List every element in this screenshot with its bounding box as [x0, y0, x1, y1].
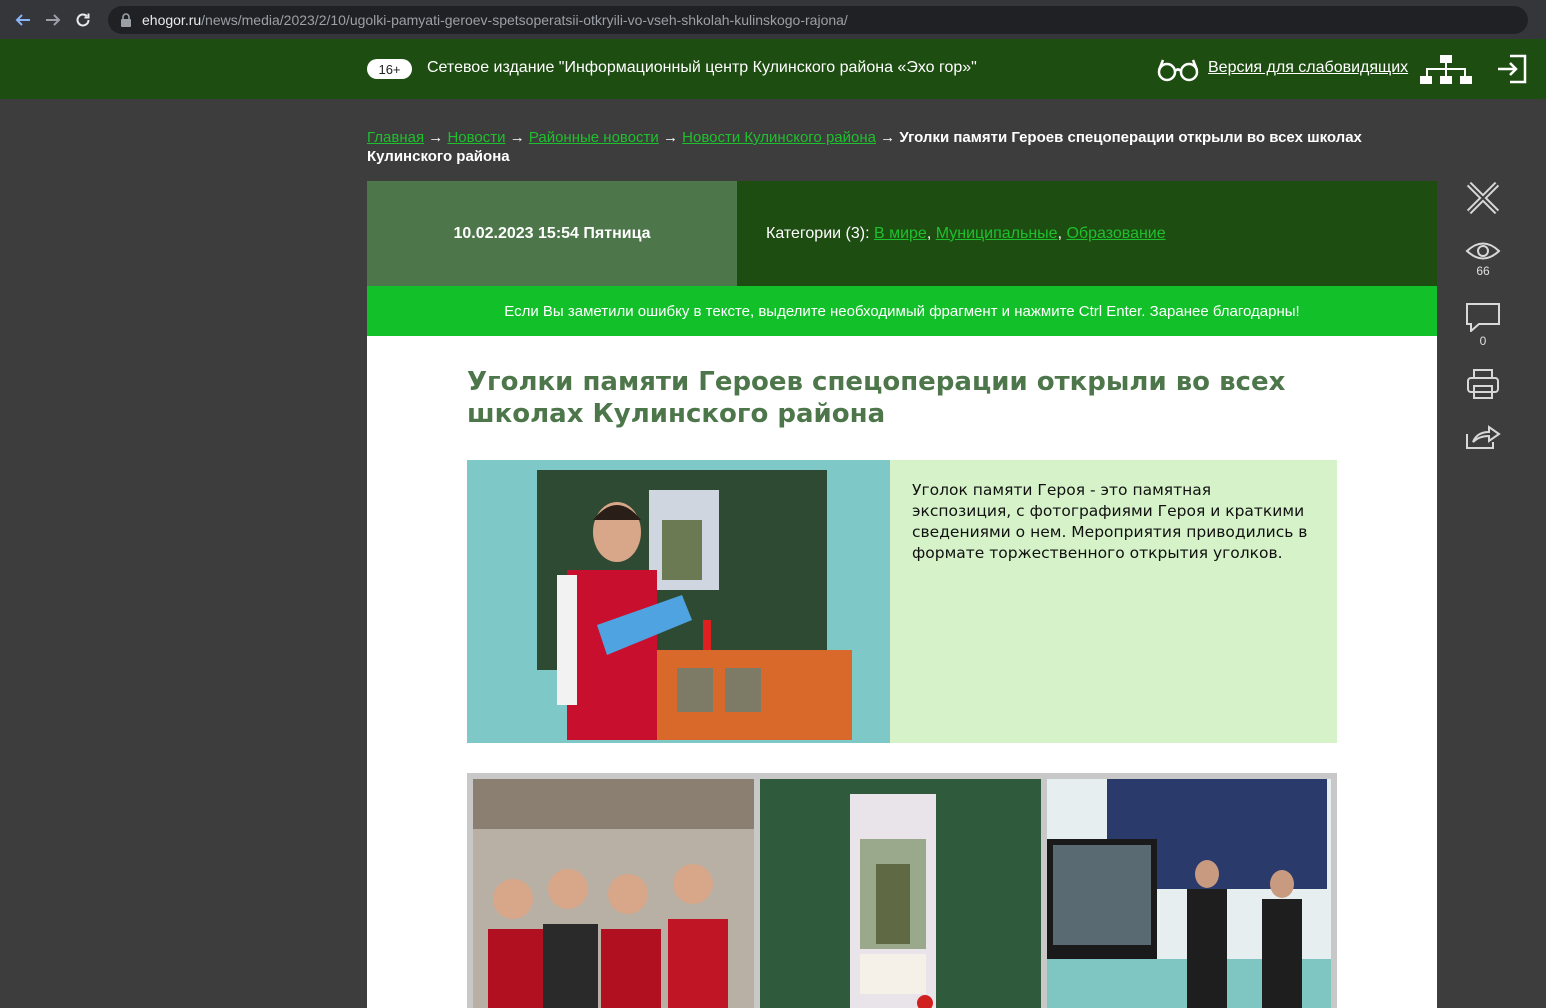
category-link-world[interactable]: В мире — [874, 225, 927, 243]
article-title: Уголки памяти Героев спецоперации открыл… — [467, 367, 1286, 429]
breadcrumb-link-home[interactable]: Главная — [367, 129, 424, 146]
login-icon[interactable] — [1496, 53, 1528, 85]
gallery-photo[interactable] — [760, 779, 1041, 1008]
comments-count: 0 — [1479, 334, 1487, 348]
reload-button[interactable] — [68, 5, 98, 35]
print-button[interactable] — [1462, 368, 1504, 400]
gallery-photo-image — [1047, 779, 1331, 1008]
views-count: 66 — [1476, 264, 1490, 278]
breadcrumb-link-news[interactable]: Новости — [447, 129, 505, 146]
article: Уголки памяти Героев спецоперации открыл… — [367, 336, 1437, 1008]
arrow-left-icon — [15, 13, 30, 26]
breadcrumb-separator: → — [662, 129, 678, 146]
lock-icon — [121, 12, 131, 27]
printer-icon — [1467, 369, 1499, 399]
site-title[interactable]: Сетевое издание "Информационный центр Ку… — [427, 59, 977, 77]
breadcrumb-separator: → — [880, 129, 896, 146]
reload-icon — [76, 13, 90, 26]
url-path: /news/media/2023/2/10/ugolki-pamyati-ger… — [201, 11, 848, 28]
url-host: ehogor.ru — [142, 11, 202, 28]
categories-bar: Категории (3): В мире, Муниципальные, Об… — [737, 181, 1437, 286]
error-report-notice: Если Вы заметили ошибку в тексте, выдели… — [367, 286, 1437, 336]
views-counter: 66 — [1462, 240, 1504, 278]
lead-text: Уголок памяти Героя - это памятная экспо… — [912, 481, 1308, 562]
share-icon — [1466, 425, 1501, 449]
gallery-photo[interactable] — [1047, 779, 1331, 1008]
breadcrumb-separator: → — [428, 129, 444, 146]
gallery-photo-image — [473, 779, 754, 1008]
photo-gallery — [467, 773, 1337, 1008]
comments-counter[interactable]: 0 — [1462, 302, 1504, 348]
age-rating-badge: 16+ — [367, 59, 412, 79]
back-button[interactable] — [8, 5, 38, 35]
close-icon — [1466, 181, 1500, 215]
categories-label: Категории (3): — [766, 224, 870, 242]
forward-button[interactable] — [38, 5, 68, 35]
breadcrumb-separator: → — [509, 129, 525, 146]
low-vision-version-link[interactable]: Версия для слабовидящих — [1208, 59, 1408, 77]
arrow-right-icon — [46, 13, 61, 26]
lead-photo[interactable] — [467, 460, 890, 743]
breadcrumb-link-kulinsky-news[interactable]: Новости Кулинского района — [682, 129, 876, 146]
glasses-icon[interactable] — [1157, 57, 1199, 83]
publish-date: 10.02.2023 15:54 Пятница — [367, 181, 737, 286]
browser-toolbar: ehogor.ru/news/media/2023/2/10/ugolki-pa… — [0, 0, 1546, 39]
lead-text-box: Уголок памяти Героя - это памятная экспо… — [890, 460, 1337, 743]
comment-icon — [1466, 303, 1500, 332]
gallery-photo[interactable] — [473, 779, 754, 1008]
category-link-education[interactable]: Образование — [1066, 225, 1165, 243]
address-bar[interactable]: ehogor.ru/news/media/2023/2/10/ugolki-pa… — [108, 5, 1528, 34]
lead-photo-image — [467, 460, 890, 743]
category-link-municipal[interactable]: Муниципальные — [936, 225, 1058, 243]
breadcrumb: Главная → Новости → Районные новости → Н… — [367, 128, 1437, 166]
eye-icon — [1465, 242, 1501, 260]
site-header: 16+ Сетевое издание "Информационный цент… — [0, 39, 1546, 99]
sitemap-icon[interactable] — [1420, 55, 1472, 85]
gallery-photo-image — [760, 779, 1041, 1008]
share-button[interactable] — [1462, 424, 1504, 450]
close-tool[interactable] — [1462, 180, 1504, 216]
breadcrumb-link-district-news[interactable]: Районные новости — [529, 129, 659, 146]
